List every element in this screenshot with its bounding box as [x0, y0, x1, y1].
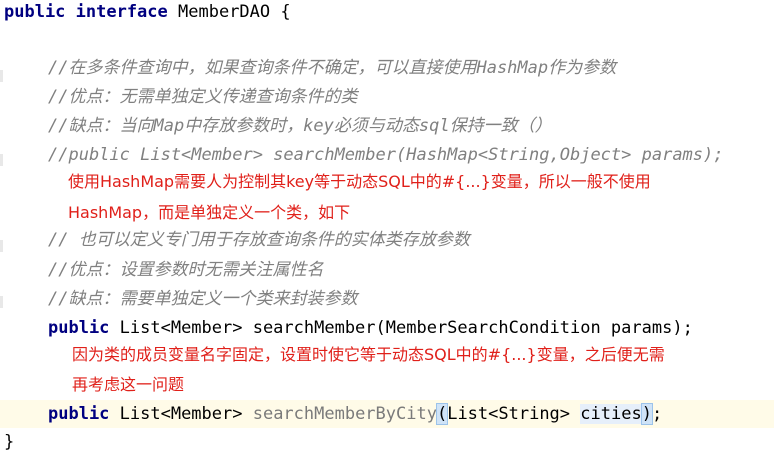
matched-paren-open: ( — [435, 403, 449, 425]
closing-brace[interactable]: } — [4, 430, 774, 454]
comment-line[interactable]: //在多条件查询中，如果查询条件不确定，可以直接使用HashMap作为参数 — [48, 56, 774, 80]
annotation-note: 使用HashMap需要人为控制其key等于动态SQL中的#{...}变量，所以一… — [68, 172, 651, 191]
fold-marker[interactable] — [0, 154, 3, 166]
keyword: public — [48, 318, 110, 338]
fold-marker[interactable] — [0, 296, 3, 308]
keyword: public interface — [4, 2, 168, 22]
method-declaration-current[interactable]: public List<Member> searchMemberByCity(L… — [48, 402, 774, 426]
comment-line[interactable]: // 也可以定义专门用于存放查询条件的实体类存放参数 — [48, 228, 774, 252]
comment-line[interactable]: //public List<Member> searchMember(HashM… — [48, 143, 774, 167]
interface-declaration[interactable]: public interface MemberDAO { — [4, 0, 774, 24]
comment-line[interactable]: //缺点：需要单独定义一个类来封装参数 — [48, 287, 774, 311]
method-name[interactable]: searchMemberByCity — [253, 404, 437, 424]
annotation-note: 再考虑这一问题 — [72, 375, 185, 394]
statement-end: ; — [651, 404, 663, 424]
comment-line[interactable]: //优点：设置参数时无需关注属性名 — [48, 258, 774, 282]
interface-name: MemberDAO { — [178, 2, 291, 22]
annotation-note: 因为类的成员变量名字固定，设置时使它等于动态SQL中的#{...}变量，之后便无… — [72, 345, 665, 364]
param-name[interactable]: cities — [580, 404, 642, 424]
comment-line[interactable]: //缺点：当向Map中存放参数时，key必须与动态sql保持一致（） — [48, 114, 774, 138]
fold-marker[interactable] — [0, 70, 3, 82]
param-type: List<String> — [447, 404, 581, 424]
method-signature: List<Member> searchMember(MemberSearchCo… — [109, 318, 693, 338]
annotation-note: HashMap，而是单独定义一个类，如下 — [68, 203, 351, 222]
method-declaration[interactable]: public List<Member> searchMember(MemberS… — [48, 316, 774, 340]
return-type: List<Member> — [109, 404, 253, 424]
fold-marker[interactable] — [0, 240, 3, 252]
comment-line[interactable]: //优点：无需单独定义传递查询条件的类 — [48, 85, 774, 109]
matched-paren-close: ) — [640, 403, 653, 425]
keyword: public — [48, 404, 110, 424]
